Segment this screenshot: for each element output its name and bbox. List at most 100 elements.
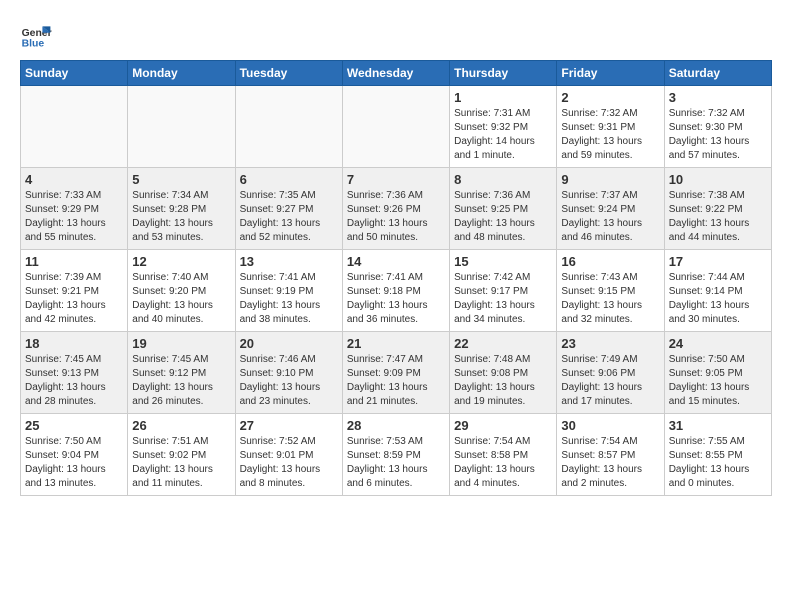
- calendar-cell: [342, 86, 449, 168]
- day-number: 30: [561, 418, 659, 433]
- calendar-cell: 15 Sunrise: 7:42 AM Sunset: 9:17 PM Dayli…: [450, 250, 557, 332]
- calendar-cell: 12 Sunrise: 7:40 AM Sunset: 9:20 PM Dayli…: [128, 250, 235, 332]
- calendar-cell: 8 Sunrise: 7:36 AM Sunset: 9:25 PM Daylig…: [450, 168, 557, 250]
- calendar-cell: 22 Sunrise: 7:48 AM Sunset: 9:08 PM Dayli…: [450, 332, 557, 414]
- calendar-cell: [21, 86, 128, 168]
- day-info: Sunrise: 7:38 AM Sunset: 9:22 PM Dayligh…: [669, 189, 767, 245]
- day-number: 31: [669, 418, 767, 433]
- calendar-cell: 18 Sunrise: 7:45 AM Sunset: 9:13 PM Dayli…: [21, 332, 128, 414]
- day-info: Sunrise: 7:34 AM Sunset: 9:28 PM Dayligh…: [132, 189, 230, 245]
- day-info: Sunrise: 7:42 AM Sunset: 9:17 PM Dayligh…: [454, 271, 552, 327]
- day-info: Sunrise: 7:45 AM Sunset: 9:13 PM Dayligh…: [25, 353, 123, 409]
- calendar-header-row: SundayMondayTuesdayWednesdayThursdayFrid…: [21, 61, 772, 86]
- day-number: 7: [347, 172, 445, 187]
- calendar-cell: 19 Sunrise: 7:45 AM Sunset: 9:12 PM Dayli…: [128, 332, 235, 414]
- logo-icon: General Blue: [20, 20, 52, 52]
- day-number: 12: [132, 254, 230, 269]
- day-info: Sunrise: 7:54 AM Sunset: 8:57 PM Dayligh…: [561, 435, 659, 491]
- day-info: Sunrise: 7:31 AM Sunset: 9:32 PM Dayligh…: [454, 107, 552, 163]
- day-number: 5: [132, 172, 230, 187]
- calendar-cell: 25Sunrise: 7:50 AM Sunset: 9:04 PM Dayli…: [21, 414, 128, 496]
- weekday-header: Wednesday: [342, 61, 449, 86]
- page-header: General Blue: [20, 20, 772, 52]
- calendar-cell: 27Sunrise: 7:52 AM Sunset: 9:01 PM Dayli…: [235, 414, 342, 496]
- day-info: Sunrise: 7:40 AM Sunset: 9:20 PM Dayligh…: [132, 271, 230, 327]
- day-number: 9: [561, 172, 659, 187]
- calendar-week-row: 25Sunrise: 7:50 AM Sunset: 9:04 PM Dayli…: [21, 414, 772, 496]
- calendar-cell: [128, 86, 235, 168]
- day-number: 21: [347, 336, 445, 351]
- calendar-cell: [235, 86, 342, 168]
- day-number: 20: [240, 336, 338, 351]
- calendar-cell: 17 Sunrise: 7:44 AM Sunset: 9:14 PM Dayli…: [664, 250, 771, 332]
- day-number: 4: [25, 172, 123, 187]
- day-number: 25: [25, 418, 123, 433]
- day-info: Sunrise: 7:44 AM Sunset: 9:14 PM Dayligh…: [669, 271, 767, 327]
- calendar-cell: 13 Sunrise: 7:41 AM Sunset: 9:19 PM Dayli…: [235, 250, 342, 332]
- calendar-cell: 30 Sunrise: 7:54 AM Sunset: 8:57 PM Dayli…: [557, 414, 664, 496]
- day-number: 18: [25, 336, 123, 351]
- day-info: Sunrise: 7:36 AM Sunset: 9:25 PM Dayligh…: [454, 189, 552, 245]
- day-info: Sunrise: 7:32 AM Sunset: 9:31 PM Dayligh…: [561, 107, 659, 163]
- weekday-header: Thursday: [450, 61, 557, 86]
- weekday-header: Tuesday: [235, 61, 342, 86]
- calendar-week-row: 1 Sunrise: 7:31 AM Sunset: 9:32 PM Daylig…: [21, 86, 772, 168]
- day-number: 11: [25, 254, 123, 269]
- day-info: Sunrise: 7:39 AM Sunset: 9:21 PM Dayligh…: [25, 271, 123, 327]
- calendar-week-row: 4 Sunrise: 7:33 AM Sunset: 9:29 PM Daylig…: [21, 168, 772, 250]
- calendar-cell: 23Sunrise: 7:49 AM Sunset: 9:06 PM Dayli…: [557, 332, 664, 414]
- calendar-cell: 29Sunrise: 7:54 AM Sunset: 8:58 PM Dayli…: [450, 414, 557, 496]
- calendar-cell: 3 Sunrise: 7:32 AM Sunset: 9:30 PM Daylig…: [664, 86, 771, 168]
- day-number: 24: [669, 336, 767, 351]
- calendar-cell: 21 Sunrise: 7:47 AM Sunset: 9:09 PM Dayli…: [342, 332, 449, 414]
- day-number: 19: [132, 336, 230, 351]
- day-info: Sunrise: 7:32 AM Sunset: 9:30 PM Dayligh…: [669, 107, 767, 163]
- day-info: Sunrise: 7:41 AM Sunset: 9:18 PM Dayligh…: [347, 271, 445, 327]
- calendar-cell: 11 Sunrise: 7:39 AM Sunset: 9:21 PM Dayli…: [21, 250, 128, 332]
- calendar-week-row: 11 Sunrise: 7:39 AM Sunset: 9:21 PM Dayli…: [21, 250, 772, 332]
- calendar-table: SundayMondayTuesdayWednesdayThursdayFrid…: [20, 60, 772, 496]
- weekday-header: Monday: [128, 61, 235, 86]
- day-info: Sunrise: 7:43 AM Sunset: 9:15 PM Dayligh…: [561, 271, 659, 327]
- day-info: Sunrise: 7:50 AM Sunset: 9:05 PM Dayligh…: [669, 353, 767, 409]
- weekday-header: Friday: [557, 61, 664, 86]
- svg-text:Blue: Blue: [22, 38, 45, 49]
- calendar-cell: 10 Sunrise: 7:38 AM Sunset: 9:22 PM Dayli…: [664, 168, 771, 250]
- day-info: Sunrise: 7:54 AM Sunset: 8:58 PM Dayligh…: [454, 435, 552, 491]
- day-number: 17: [669, 254, 767, 269]
- day-number: 3: [669, 90, 767, 105]
- day-number: 2: [561, 90, 659, 105]
- day-number: 26: [132, 418, 230, 433]
- day-info: Sunrise: 7:49 AM Sunset: 9:06 PM Dayligh…: [561, 353, 659, 409]
- calendar-week-row: 18 Sunrise: 7:45 AM Sunset: 9:13 PM Dayli…: [21, 332, 772, 414]
- day-number: 6: [240, 172, 338, 187]
- day-info: Sunrise: 7:47 AM Sunset: 9:09 PM Dayligh…: [347, 353, 445, 409]
- day-number: 27: [240, 418, 338, 433]
- day-number: 10: [669, 172, 767, 187]
- day-number: 15: [454, 254, 552, 269]
- day-info: Sunrise: 7:55 AM Sunset: 8:55 PM Dayligh…: [669, 435, 767, 491]
- weekday-header: Sunday: [21, 61, 128, 86]
- day-number: 28: [347, 418, 445, 433]
- day-info: Sunrise: 7:37 AM Sunset: 9:24 PM Dayligh…: [561, 189, 659, 245]
- calendar-cell: 16Sunrise: 7:43 AM Sunset: 9:15 PM Dayli…: [557, 250, 664, 332]
- calendar-cell: 5 Sunrise: 7:34 AM Sunset: 9:28 PM Daylig…: [128, 168, 235, 250]
- calendar-cell: 2 Sunrise: 7:32 AM Sunset: 9:31 PM Daylig…: [557, 86, 664, 168]
- calendar-cell: 20Sunrise: 7:46 AM Sunset: 9:10 PM Dayli…: [235, 332, 342, 414]
- day-number: 8: [454, 172, 552, 187]
- calendar-cell: 9 Sunrise: 7:37 AM Sunset: 9:24 PM Daylig…: [557, 168, 664, 250]
- day-number: 14: [347, 254, 445, 269]
- day-number: 22: [454, 336, 552, 351]
- day-number: 1: [454, 90, 552, 105]
- weekday-header: Saturday: [664, 61, 771, 86]
- calendar-cell: 28 Sunrise: 7:53 AM Sunset: 8:59 PM Dayli…: [342, 414, 449, 496]
- day-info: Sunrise: 7:33 AM Sunset: 9:29 PM Dayligh…: [25, 189, 123, 245]
- day-info: Sunrise: 7:53 AM Sunset: 8:59 PM Dayligh…: [347, 435, 445, 491]
- day-number: 13: [240, 254, 338, 269]
- day-info: Sunrise: 7:51 AM Sunset: 9:02 PM Dayligh…: [132, 435, 230, 491]
- day-info: Sunrise: 7:48 AM Sunset: 9:08 PM Dayligh…: [454, 353, 552, 409]
- day-info: Sunrise: 7:45 AM Sunset: 9:12 PM Dayligh…: [132, 353, 230, 409]
- logo: General Blue: [20, 20, 52, 52]
- calendar-cell: 14 Sunrise: 7:41 AM Sunset: 9:18 PM Dayli…: [342, 250, 449, 332]
- day-info: Sunrise: 7:41 AM Sunset: 9:19 PM Dayligh…: [240, 271, 338, 327]
